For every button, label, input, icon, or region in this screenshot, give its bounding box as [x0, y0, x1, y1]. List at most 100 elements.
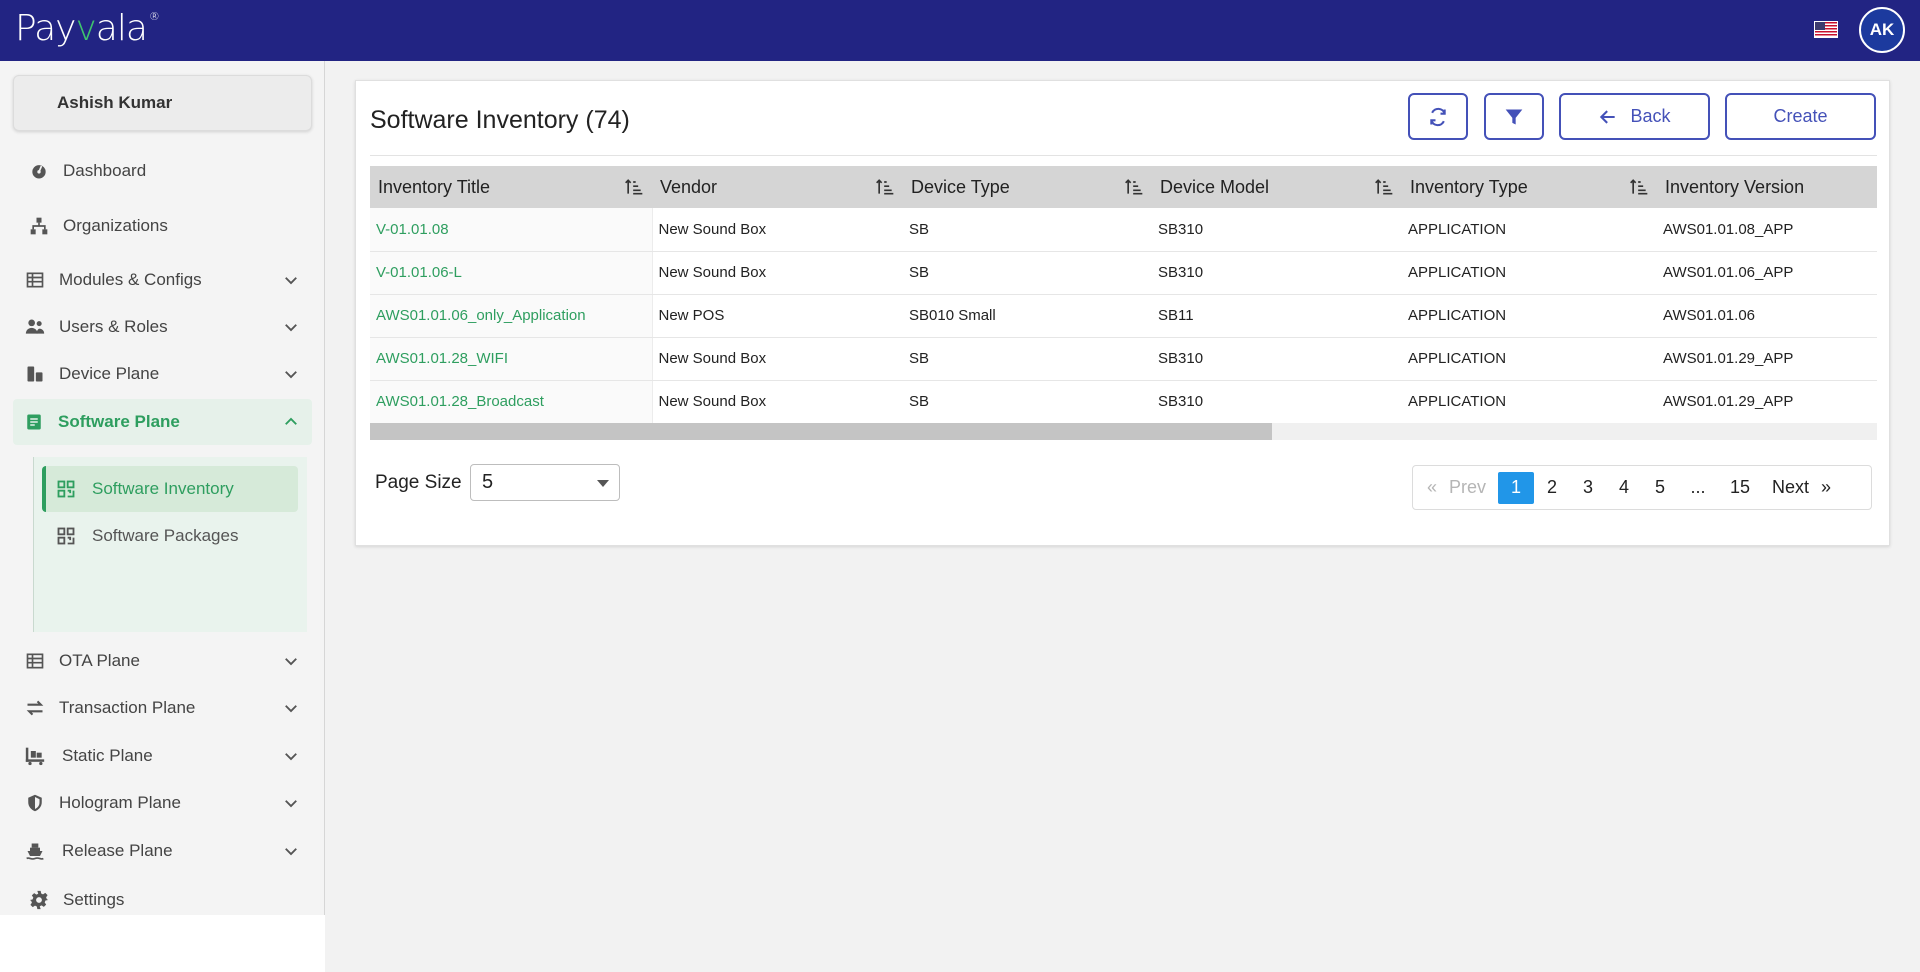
filter-button[interactable] [1484, 93, 1544, 140]
submenu-item-software-inventory[interactable]: Software Inventory [42, 466, 298, 512]
table-row[interactable]: AWS01.01.06_only_Application New POS SB0… [370, 294, 1877, 338]
users-icon [24, 316, 46, 338]
column-header-device-model[interactable]: Device Model [1152, 166, 1402, 208]
sidebar-item-transaction-plane[interactable]: Transaction Plane [13, 685, 312, 731]
inventory-type-cell: APPLICATION [1402, 208, 1657, 252]
sidebar-item-ota-plane[interactable]: OTA Plane [13, 638, 312, 684]
software-icon [23, 411, 45, 433]
sidebar-footer-blank [0, 915, 325, 972]
table-row[interactable]: V-01.01.06-L New Sound Box SB SB310 APPL… [370, 251, 1877, 295]
sidebar-item-software-plane[interactable]: Software Plane [13, 399, 312, 445]
vendor-cell: New Sound Box [652, 208, 903, 252]
chevron-down-icon[interactable] [282, 794, 300, 812]
inventory-title-link[interactable]: AWS01.01.28_WIFI [370, 337, 653, 381]
inventory-version-cell: AWS01.01.29_APP [1657, 337, 1877, 381]
page-title: Software Inventory (74) [370, 106, 630, 134]
inventory-title-link[interactable]: AWS01.01.28_Broadcast [370, 380, 653, 424]
inventory-table-container[interactable]: Inventory Title Vendor Device Type Devic… [370, 166, 1877, 441]
inventory-version-cell: AWS01.01.08_APP [1657, 208, 1877, 252]
create-button[interactable]: Create [1725, 93, 1876, 140]
scrollbar-thumb[interactable] [370, 423, 1272, 440]
shield-icon [24, 792, 46, 814]
chevron-down-icon[interactable] [282, 365, 300, 383]
sidebar-item-release-plane[interactable]: Release Plane [13, 828, 312, 874]
sort-icon[interactable] [1629, 177, 1649, 197]
inventory-version-cell: AWS01.01.06 [1657, 294, 1877, 338]
filter-icon [1505, 109, 1523, 124]
next-page-button[interactable]: Next [1772, 472, 1809, 504]
software-inventory-card: Software Inventory (74) Back Create Inve… [355, 80, 1890, 546]
sidebar-item-static-plane[interactable]: Static Plane [13, 733, 312, 779]
sort-icon[interactable] [624, 177, 644, 197]
vendor-cell: New POS [652, 294, 903, 338]
inventory-type-cell: APPLICATION [1402, 380, 1657, 424]
device-type-cell: SB [903, 251, 1152, 295]
page-ellipsis: ... [1690, 477, 1706, 497]
inventory-version-cell: AWS01.01.29_APP [1657, 380, 1877, 424]
page-size-select[interactable]: 5 [470, 464, 620, 501]
sidebar-item-users-roles[interactable]: Users & Roles [13, 304, 312, 350]
refresh-button[interactable] [1408, 93, 1468, 140]
page-15-button[interactable]: 15 [1718, 472, 1762, 504]
divider [370, 155, 1877, 156]
user-card[interactable]: Ashish Kumar [13, 75, 312, 131]
sidebar-item-device-plane[interactable]: Device Plane [13, 351, 312, 397]
chevron-down-icon[interactable] [282, 271, 300, 289]
prev-page-button[interactable]: Prev [1449, 472, 1486, 504]
sort-icon[interactable] [1124, 177, 1144, 197]
chevron-up-icon[interactable] [282, 413, 300, 431]
chevron-down-icon[interactable] [282, 747, 300, 765]
us-flag-icon[interactable] [1814, 21, 1838, 38]
chevron-down-icon[interactable] [282, 842, 300, 860]
grid-icon [57, 480, 75, 498]
ship-icon [24, 840, 46, 862]
inventory-title-link[interactable]: AWS01.01.06_only_Application [370, 294, 653, 338]
table-header-row: Inventory Title Vendor Device Type Devic… [370, 166, 1877, 208]
refresh-icon [1430, 107, 1446, 126]
sidebar-item-modules-configs[interactable]: Modules & Configs [13, 257, 312, 303]
sort-icon[interactable] [1374, 177, 1394, 197]
page-4-button[interactable]: 4 [1606, 472, 1642, 504]
sidebar: Ashish Kumar Dashboard Organizations Mod… [0, 61, 325, 915]
page-size-label: Page Size [375, 472, 462, 493]
page-5-button[interactable]: 5 [1642, 472, 1678, 504]
chevron-down-icon[interactable] [282, 318, 300, 336]
table-row[interactable]: AWS01.01.28_Broadcast New Sound Box SB S… [370, 380, 1877, 424]
sort-icon[interactable] [875, 177, 895, 197]
caret-down-icon [597, 480, 609, 487]
back-button[interactable]: Back [1559, 93, 1710, 140]
inventory-type-cell: APPLICATION [1402, 251, 1657, 295]
device-model-cell: SB310 [1152, 337, 1402, 381]
sidebar-item-dashboard[interactable]: Dashboard [13, 148, 312, 194]
horizontal-scrollbar[interactable] [370, 423, 1877, 440]
device-model-cell: SB310 [1152, 208, 1402, 252]
sidebar-item-hologram-plane[interactable]: Hologram Plane [13, 780, 312, 826]
user-avatar[interactable]: AK [1859, 7, 1905, 53]
page-3-button[interactable]: 3 [1570, 472, 1606, 504]
column-header-inventory-version[interactable]: Inventory Version [1657, 166, 1877, 208]
pallet-icon [24, 745, 46, 767]
page-1-button[interactable]: 1 [1498, 471, 1535, 504]
swap-arrows-icon [24, 697, 46, 719]
inventory-title-link[interactable]: V-01.01.08 [370, 208, 653, 252]
user-name: Ashish Kumar [57, 93, 173, 112]
column-header-inventory-type[interactable]: Inventory Type [1402, 166, 1657, 208]
column-header-vendor[interactable]: Vendor [652, 166, 903, 208]
table-row[interactable]: V-01.01.08 New Sound Box SB SB310 APPLIC… [370, 208, 1877, 252]
vendor-cell: New Sound Box [652, 380, 903, 424]
table-row[interactable]: AWS01.01.28_WIFI New Sound Box SB SB310 … [370, 337, 1877, 381]
column-header-inventory-title[interactable]: Inventory Title [370, 166, 652, 208]
paywala-logo[interactable]: Pay v ala ® [15, 8, 160, 54]
first-page-button[interactable]: « [1427, 472, 1437, 504]
inventory-title-link[interactable]: V-01.01.06-L [370, 251, 653, 295]
submenu-item-software-packages[interactable]: Software Packages [42, 513, 298, 559]
last-page-button[interactable]: » [1821, 472, 1831, 504]
page-2-button[interactable]: 2 [1534, 472, 1570, 504]
chevron-down-icon[interactable] [282, 699, 300, 717]
column-header-device-type[interactable]: Device Type [903, 166, 1152, 208]
chevron-down-icon[interactable] [282, 652, 300, 670]
pagination: « Prev 1 2 3 4 5 ... 15 Next » [1412, 465, 1872, 510]
sidebar-item-organizations[interactable]: Organizations [13, 203, 312, 249]
inventory-table: Inventory Title Vendor Device Type Devic… [370, 166, 1877, 424]
device-model-cell: SB11 [1152, 294, 1402, 338]
